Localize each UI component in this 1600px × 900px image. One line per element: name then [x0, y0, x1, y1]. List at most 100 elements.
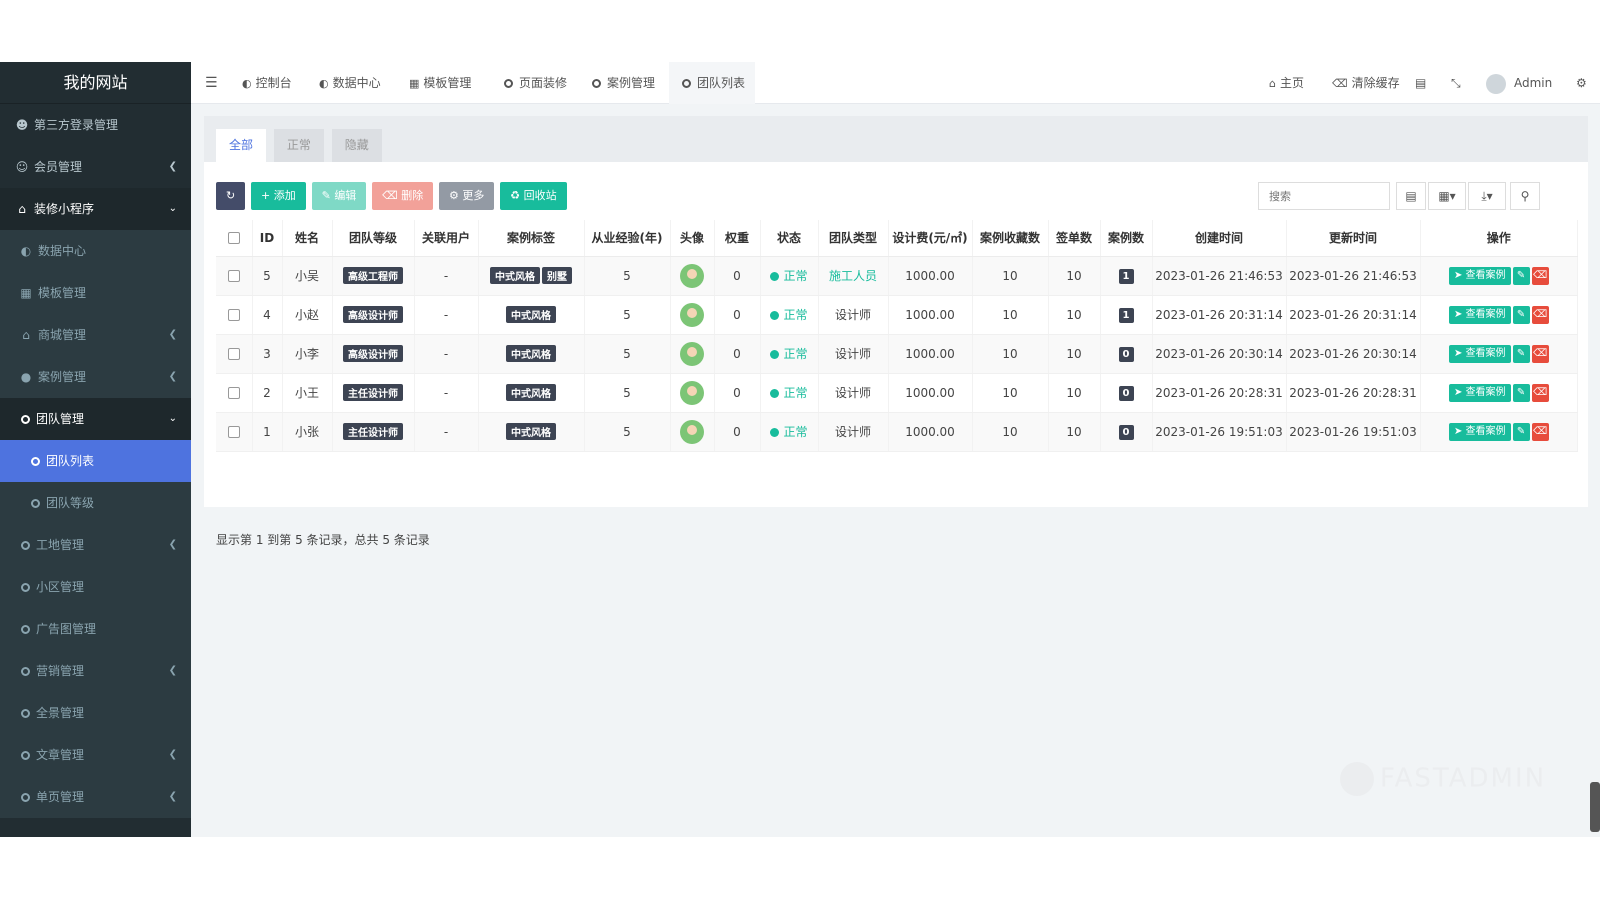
cell-avatar[interactable] [670, 334, 715, 374]
tab-normal[interactable]: 正常 [273, 129, 324, 162]
cell-avatar[interactable] [670, 256, 715, 296]
sidebar-item-mall[interactable]: ⌂ 商城管理 ❮ [0, 314, 191, 356]
sidebar-item-team-list[interactable]: 团队列表 [0, 440, 191, 482]
table-row[interactable]: 3 小李 高级设计师 - 中式风格 5 0 正常 设计师 1000.00 10 … [216, 334, 1578, 374]
tab-hidden[interactable]: 隐藏 [331, 129, 382, 162]
col-fee[interactable]: 设计费(元/㎡) [888, 220, 973, 257]
menu-toggle-icon[interactable]: ☰ [205, 62, 218, 104]
refresh-button[interactable]: ↻ [216, 182, 246, 210]
avatar[interactable] [680, 380, 704, 405]
settings-gear-icon[interactable]: ⚙ [1576, 62, 1587, 104]
sidebar-item-data-center[interactable]: ◐ 数据中心 [0, 230, 191, 272]
sidebar-item-templates[interactable]: ▦ 模板管理 [0, 272, 191, 314]
edit-row-button[interactable]: ✎ [1512, 344, 1530, 363]
row-checkbox[interactable] [227, 348, 240, 360]
row-checkbox[interactable] [227, 387, 240, 399]
col-level[interactable]: 团队等级 [332, 220, 415, 257]
delete-row-button[interactable]: ⌫ [1531, 383, 1549, 402]
delete-row-button[interactable]: ⌫ [1531, 422, 1549, 441]
avatar[interactable] [680, 263, 704, 288]
add-button[interactable]: + 添加 [251, 182, 306, 210]
cell-avatar[interactable] [670, 412, 715, 452]
row-select-cell[interactable] [216, 256, 253, 296]
clear-cache-button[interactable]: ⌫ 清除缓存 [1332, 62, 1400, 104]
cell-status[interactable]: 正常 [760, 295, 819, 335]
edit-row-button[interactable]: ✎ [1512, 422, 1530, 441]
col-name[interactable]: 姓名 [282, 220, 333, 257]
user-menu[interactable]: Admin [1486, 62, 1552, 104]
row-select-cell[interactable] [216, 373, 253, 413]
col-signs[interactable]: 签单数 [1048, 220, 1101, 257]
delete-row-button[interactable]: ⌫ [1531, 266, 1549, 285]
avatar[interactable] [680, 341, 704, 366]
table-row[interactable]: 1 小张 主任设计师 - 中式风格 5 0 正常 设计师 1000.00 10 … [216, 412, 1578, 452]
row-checkbox[interactable] [227, 270, 240, 282]
cell-status[interactable]: 正常 [760, 373, 819, 413]
row-select-cell[interactable] [216, 412, 253, 452]
export-button[interactable]: ⤓▾ [1468, 182, 1506, 210]
side-scroll-handle[interactable] [1590, 782, 1600, 832]
table-row[interactable]: 4 小赵 高级设计师 - 中式风格 5 0 正常 设计师 1000.00 10 … [216, 295, 1578, 335]
sidebar-item-cases[interactable]: ● 案例管理 ❮ [0, 356, 191, 398]
tab-team-list[interactable]: 团队列表 [669, 62, 756, 104]
translate-icon[interactable]: ▤ [1415, 62, 1426, 104]
tab-cases[interactable]: 案例管理 [589, 62, 655, 104]
cell-status[interactable]: 正常 [760, 256, 819, 296]
table-row[interactable]: 2 小王 主任设计师 - 中式风格 5 0 正常 设计师 1000.00 10 … [216, 373, 1578, 413]
tab-page-decoration[interactable]: 页面装修 [501, 62, 567, 104]
avatar[interactable] [680, 419, 704, 444]
delete-button[interactable]: ⌫ 删除 [372, 182, 434, 210]
sidebar-item-communities[interactable]: 小区管理 [0, 566, 191, 608]
status-badge[interactable]: 正常 [783, 347, 807, 361]
row-select-cell[interactable] [216, 295, 253, 335]
avatar[interactable] [680, 302, 704, 327]
status-badge[interactable]: 正常 [783, 269, 807, 283]
view-cases-button[interactable]: ➤ 查看案例 [1448, 344, 1511, 363]
columns-button[interactable]: ▦▾ [1428, 182, 1466, 210]
col-created[interactable]: 创建时间 [1152, 220, 1287, 257]
view-cases-button[interactable]: ➤ 查看案例 [1448, 383, 1511, 402]
sidebar-item-pages[interactable]: 单页管理 ❮ [0, 776, 191, 818]
table-row[interactable]: 5 小吴 高级工程师 - 中式风格 别墅 5 0 正常 施工人员 1000.00 … [216, 256, 1578, 296]
home-link[interactable]: ⌂ 主页 [1269, 62, 1304, 104]
col-avatar[interactable]: 头像 [670, 220, 715, 257]
fullscreen-icon[interactable]: ⤡ [1451, 62, 1461, 104]
tab-templates[interactable]: ▦ 模板管理 [409, 62, 471, 104]
sidebar-item-sites[interactable]: 工地管理 ❮ [0, 524, 191, 566]
sidebar-item-marketing[interactable]: 营销管理 ❮ [0, 650, 191, 692]
status-badge[interactable]: 正常 [783, 308, 807, 322]
cell-avatar[interactable] [670, 373, 715, 413]
tab-dashboard[interactable]: ◐ 控制台 [242, 62, 292, 104]
col-id[interactable]: ID [252, 220, 283, 257]
view-cases-button[interactable]: ➤ 查看案例 [1448, 266, 1511, 285]
col-experience[interactable]: 从业经验(年) [584, 220, 671, 257]
sidebar-item-team[interactable]: 团队管理 ⌄ [0, 398, 191, 440]
delete-row-button[interactable]: ⌫ [1531, 344, 1549, 363]
delete-row-button[interactable]: ⌫ [1531, 305, 1549, 324]
col-weight[interactable]: 权重 [714, 220, 761, 257]
col-user[interactable]: 关联用户 [414, 220, 479, 257]
row-select-cell[interactable] [216, 334, 253, 374]
edit-row-button[interactable]: ✎ [1512, 266, 1530, 285]
tab-all[interactable]: 全部 [216, 129, 267, 162]
recycle-bin-button[interactable]: ♻ 回收站 [500, 182, 567, 210]
select-all-checkbox[interactable] [227, 232, 240, 245]
row-checkbox[interactable] [227, 426, 240, 438]
col-favorites[interactable]: 案例收藏数 [972, 220, 1049, 257]
view-cases-button[interactable]: ➤ 查看案例 [1448, 422, 1511, 441]
col-updated[interactable]: 更新时间 [1286, 220, 1421, 257]
sidebar-item-banners[interactable]: 广告图管理 [0, 608, 191, 650]
sidebar-item-panorama[interactable]: 全景管理 [0, 692, 191, 734]
col-cases[interactable]: 案例数 [1100, 220, 1153, 257]
cell-status[interactable]: 正常 [760, 334, 819, 374]
col-tags[interactable]: 案例标签 [478, 220, 585, 257]
edit-button[interactable]: ✎ 编辑 [311, 182, 367, 210]
status-badge[interactable]: 正常 [783, 425, 807, 439]
sidebar-item-miniapp[interactable]: ⌂ 装修小程序 ⌄ [0, 188, 191, 230]
edit-row-button[interactable]: ✎ [1512, 305, 1530, 324]
select-all-cell[interactable] [216, 220, 253, 257]
col-status[interactable]: 状态 [760, 220, 819, 257]
toggle-view-button[interactable]: ▤ [1396, 182, 1426, 210]
site-logo[interactable]: 我的网站 [0, 62, 191, 104]
edit-row-button[interactable]: ✎ [1512, 383, 1530, 402]
